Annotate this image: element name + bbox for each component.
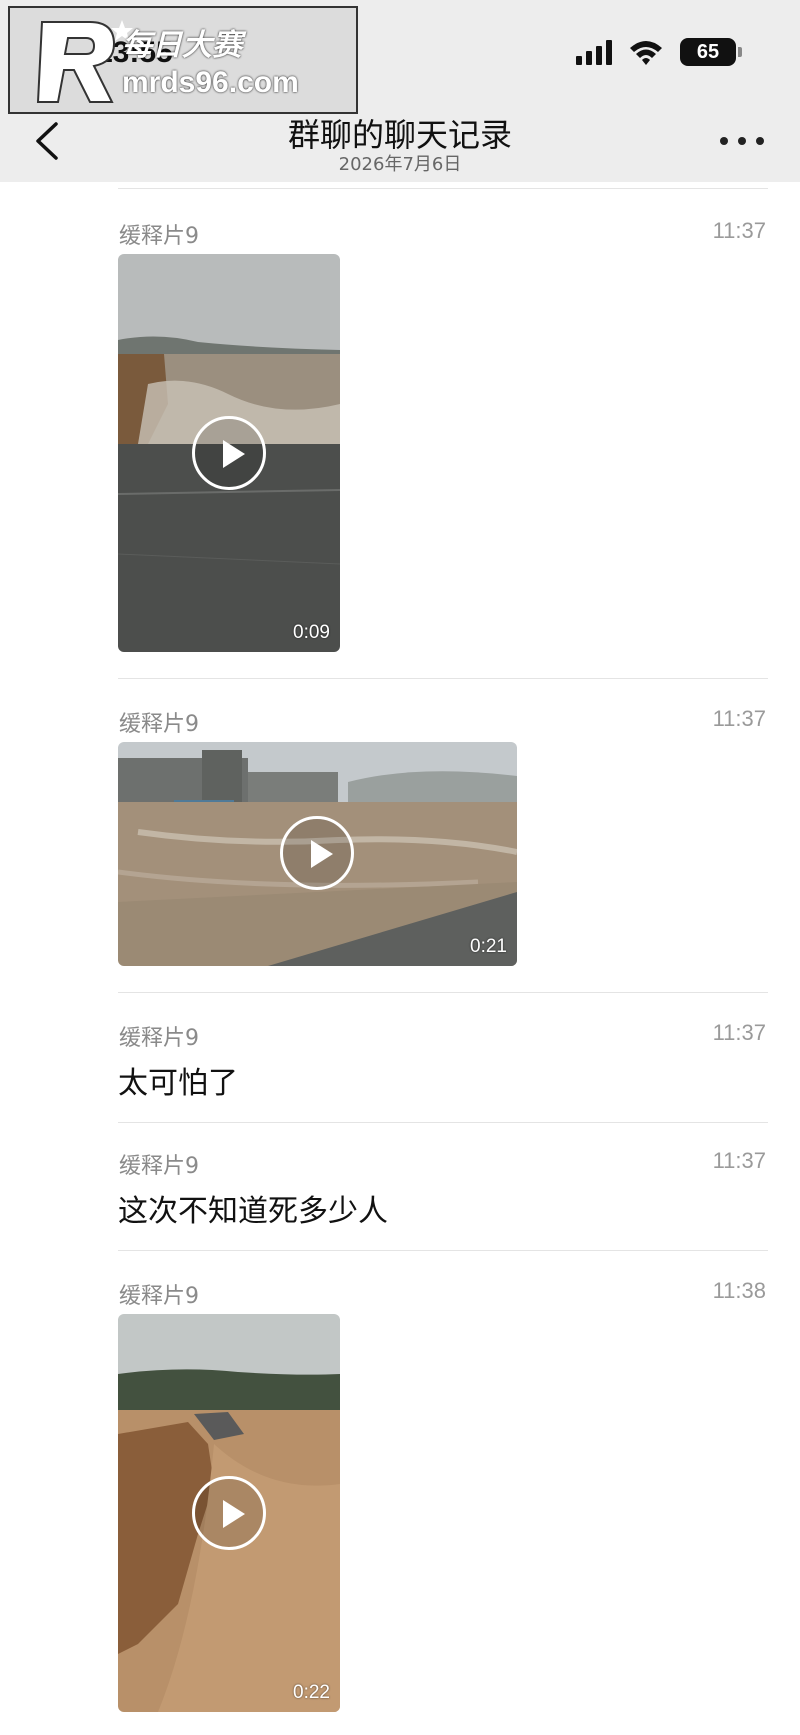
message-time: 11:37 (712, 218, 766, 243)
message-text: 太可怕了 (118, 1066, 238, 1101)
watermark: 每日大赛 mrds96.com (8, 6, 358, 114)
video-message[interactable]: 0:09 (118, 254, 340, 652)
play-icon[interactable] (192, 1476, 266, 1550)
play-icon[interactable] (192, 416, 266, 490)
chat-date: 2026年7月6日 (338, 154, 462, 175)
message-time: 11:38 (712, 1278, 766, 1303)
message-sender: 缓释片9 (119, 224, 199, 249)
divider (118, 188, 768, 189)
watermark-brand: 每日大赛 (122, 28, 242, 63)
video-message[interactable]: 0:21 (118, 742, 517, 966)
video-duration: 0:21 (470, 936, 507, 957)
more-dots-icon[interactable] (720, 126, 764, 156)
message-time: 11:37 (712, 1020, 766, 1045)
message-sender: 缓释片9 (119, 1284, 199, 1309)
battery-icon: 65 (680, 38, 742, 66)
watermark-url: mrds96.com (122, 66, 299, 99)
message-time: 11:37 (712, 1148, 766, 1173)
divider (118, 1122, 768, 1123)
video-message[interactable]: 0:22 (118, 1314, 340, 1712)
status-icons: 65 (576, 38, 742, 66)
divider (118, 678, 768, 679)
message-sender: 缓释片9 (119, 712, 199, 737)
signal-icon (576, 39, 612, 65)
divider (118, 1250, 768, 1251)
divider (118, 992, 768, 993)
message-sender: 缓释片9 (119, 1154, 199, 1179)
message-time: 11:37 (712, 706, 766, 731)
wifi-icon (630, 41, 662, 65)
video-duration: 0:22 (293, 1682, 330, 1703)
message-sender: 缓释片9 (119, 1026, 199, 1051)
message-text: 这次不知道死多少人 (118, 1194, 388, 1229)
play-icon[interactable] (280, 816, 354, 890)
video-duration: 0:09 (293, 622, 330, 643)
